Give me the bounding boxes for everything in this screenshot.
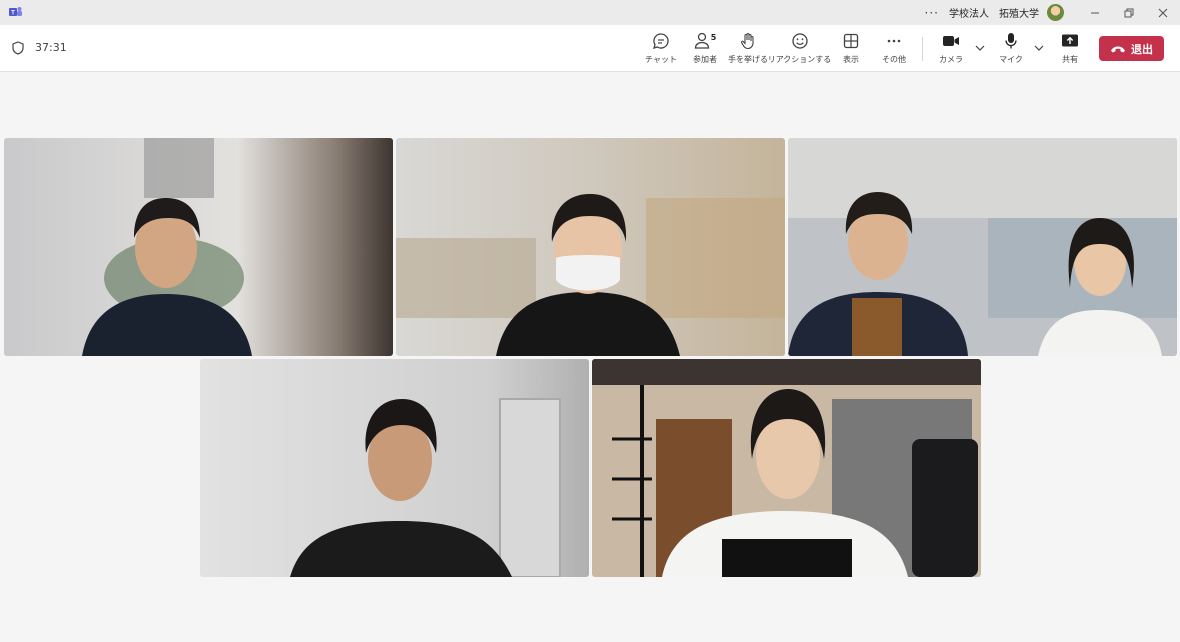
mic-button[interactable]: マイク (999, 31, 1023, 67)
participant-video-tile[interactable] (592, 359, 981, 577)
share-label: 共有 (1062, 55, 1078, 64)
more-label: その他 (882, 55, 906, 64)
more-button[interactable]: その他 (882, 31, 906, 67)
participant-video-tile[interactable] (396, 138, 785, 356)
reactions-label: リアクションする (767, 55, 832, 64)
hand-icon (741, 32, 754, 50)
chevron-down-icon[interactable] (1033, 43, 1045, 53)
chat-button[interactable]: チャット (645, 31, 677, 67)
microphone-icon (1005, 33, 1017, 49)
raise-hand-button[interactable]: 手を挙げる (728, 31, 768, 67)
close-icon (1158, 8, 1168, 17)
toolbar-divider (922, 37, 923, 61)
chevron-down-icon[interactable] (974, 43, 986, 53)
more-horizontal-icon (887, 39, 901, 43)
minimize-button[interactable] (1078, 0, 1112, 25)
mic-label: マイク (999, 55, 1023, 64)
people-icon (694, 32, 709, 49)
view-button[interactable]: 表示 (840, 31, 862, 67)
participant-video (200, 359, 589, 577)
participant-video-tile[interactable] (200, 359, 589, 577)
participant-video (4, 138, 393, 356)
participants-label: 参加者 (693, 55, 717, 64)
restore-icon (1124, 8, 1134, 17)
reactions-button[interactable]: リアクションする (768, 31, 831, 67)
participant-video (592, 359, 981, 577)
participant-video (396, 138, 785, 356)
titlebar-more-button[interactable]: ··· (925, 6, 939, 20)
raise-hand-label: 手を挙げる (728, 55, 768, 64)
meeting-timer: 37:31 (35, 41, 67, 54)
participants-button[interactable]: 5 参加者 (691, 31, 719, 67)
chat-label: チャット (645, 55, 677, 64)
grid-view-icon (843, 33, 859, 49)
restore-button[interactable] (1112, 0, 1146, 25)
participant-video-tile[interactable] (788, 138, 1177, 356)
shield-icon (12, 41, 24, 55)
smiley-icon (791, 33, 808, 49)
user-avatar[interactable] (1047, 4, 1064, 21)
share-button[interactable]: 共有 (1060, 31, 1080, 67)
organization-name: 学校法人 拓殖大学 (949, 9, 1039, 20)
view-label: 表示 (843, 55, 859, 64)
participant-count: 5 (710, 33, 717, 42)
camera-button[interactable]: カメラ (939, 31, 963, 67)
leave-button[interactable]: 退出 (1099, 36, 1164, 61)
minimize-icon (1091, 12, 1099, 13)
chat-icon (653, 33, 669, 49)
svg-text:T: T (11, 11, 15, 17)
camera-icon (943, 36, 959, 46)
share-screen-icon (1062, 34, 1078, 47)
participant-video (788, 138, 1177, 356)
camera-label: カメラ (939, 55, 963, 64)
phone-hangup-icon (1111, 46, 1125, 52)
meeting-toolbar: 37:31 チャット 5 参加者 手を挙げる リアクションする 表示 その他 カ… (0, 25, 1180, 72)
close-button[interactable] (1146, 0, 1180, 25)
title-bar: T ··· 学校法人 拓殖大学 (0, 0, 1180, 25)
participant-video-tile[interactable] (4, 138, 393, 356)
leave-label: 退出 (1131, 42, 1153, 56)
teams-logo-icon: T (9, 7, 22, 17)
